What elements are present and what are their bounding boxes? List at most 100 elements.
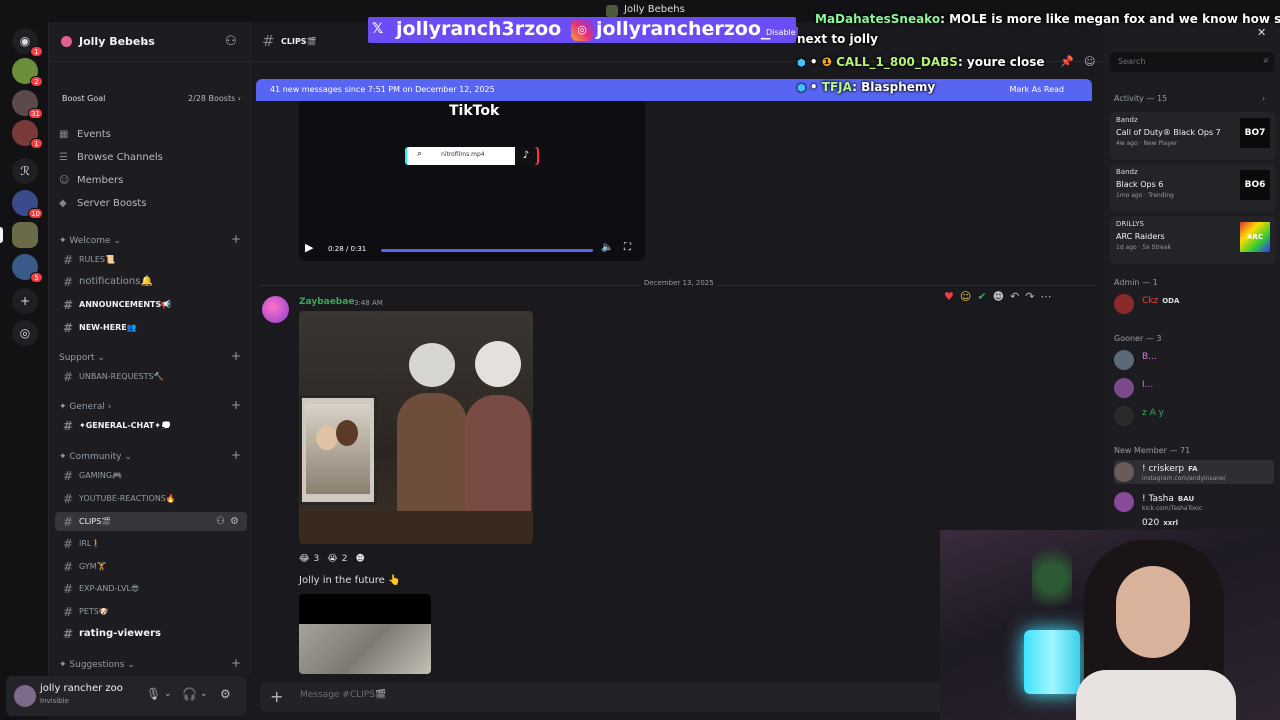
channel-unban-requests[interactable]: # UNBAN-REQUESTS🔨 bbox=[55, 367, 247, 386]
add-reaction-icon[interactable]: ☻ bbox=[993, 290, 1004, 303]
webcam-overlay bbox=[940, 530, 1280, 720]
hash-icon: # bbox=[63, 418, 74, 433]
avatar bbox=[1114, 378, 1134, 398]
discord-home-button[interactable]: ◉ 1 bbox=[12, 28, 43, 57]
microphone-icon[interactable]: 🎙 bbox=[146, 687, 161, 701]
add-channel-icon[interactable]: + bbox=[231, 349, 241, 363]
x-logo-icon: 𝕏 bbox=[372, 21, 384, 37]
channel-announcements[interactable]: # ANNOUNCEMENTS📢 bbox=[55, 295, 247, 314]
attach-plus-icon[interactable]: + bbox=[270, 687, 283, 706]
channel-youtube-reactions[interactable]: # YOUTUBE-REACTIONS🔥 bbox=[55, 489, 247, 508]
server-icon[interactable]: 31 bbox=[12, 90, 43, 119]
calendar-icon: ▦ bbox=[59, 128, 69, 140]
channel-irl[interactable]: # IRL🚶 bbox=[55, 534, 247, 553]
close-icon[interactable]: ✕ bbox=[1257, 26, 1266, 39]
server-icon[interactable]: ℛ bbox=[12, 158, 38, 184]
forward-icon[interactable]: ↷ bbox=[1025, 290, 1034, 303]
member-item[interactable]: Ckz ODA bbox=[1114, 292, 1274, 316]
attachment-thumbnail[interactable] bbox=[299, 594, 431, 674]
disable-button[interactable]: Disable bbox=[764, 27, 798, 38]
category-welcome[interactable]: ✦ Welcome ⌄ bbox=[59, 236, 121, 246]
activity-card[interactable]: Bandz Call of Duty® Black Ops 7 4w ago ·… bbox=[1110, 112, 1276, 160]
channel-rating-viewers[interactable]: # rating-viewers bbox=[55, 624, 247, 643]
channel-general-chat[interactable]: # ✦GENERAL-CHAT✦💭 bbox=[55, 416, 247, 435]
gear-icon[interactable]: ⚙ bbox=[220, 687, 231, 701]
hash-icon: # bbox=[63, 536, 74, 551]
avatar bbox=[1114, 462, 1134, 482]
category-general[interactable]: ✦ General › bbox=[59, 402, 111, 412]
activity-card[interactable]: Bandz Black Ops 6 1mo ago · Trending BO6 bbox=[1110, 164, 1276, 212]
member-item[interactable]: 020 xxrl bbox=[1114, 518, 1274, 528]
reaction-laughing[interactable]: 😂 3 bbox=[299, 554, 319, 564]
chevron-down-icon[interactable]: ⌄ bbox=[200, 689, 208, 699]
channel-gaming[interactable]: # GAMING🎮 bbox=[55, 466, 247, 485]
guild-icon bbox=[61, 36, 72, 47]
channel-clips[interactable]: # CLIPS🎬 ⚇ ⚙ bbox=[55, 512, 247, 531]
headphones-icon[interactable]: 🎧 bbox=[182, 687, 197, 701]
chat-line: ⬢ • ❶ CALL_1_800_DABS: youre close bbox=[797, 55, 1045, 69]
reply-icon[interactable]: ↶ bbox=[1010, 290, 1019, 303]
members-icon: ☺ bbox=[59, 174, 70, 186]
invite-icon[interactable]: ⚇ bbox=[216, 516, 225, 527]
reaction-crying[interactable]: 😭 2 bbox=[327, 554, 347, 564]
fullscreen-icon[interactable]: ⛶ bbox=[624, 242, 631, 253]
category-suggestions[interactable]: ✦ Suggestions ⌄ bbox=[59, 660, 135, 670]
video-progress[interactable] bbox=[381, 249, 593, 252]
hash-icon: # bbox=[63, 514, 74, 529]
member-item[interactable]: I... bbox=[1114, 376, 1274, 400]
message-image[interactable] bbox=[299, 311, 533, 544]
video-time: 0:28 / 0:31 bbox=[328, 245, 367, 253]
boost-goal[interactable]: Boost Goal 2/28 Boosts › bbox=[55, 90, 247, 108]
channel-rules[interactable]: # RULES📜 bbox=[55, 250, 247, 269]
channel-pets[interactable]: # PETS🐶 bbox=[55, 602, 247, 621]
avatar[interactable] bbox=[14, 685, 36, 707]
message-input[interactable]: Message #CLIPS🎬 bbox=[300, 690, 386, 700]
add-channel-icon[interactable]: + bbox=[231, 398, 241, 412]
category-support[interactable]: Support ⌄ bbox=[59, 353, 105, 363]
avatar[interactable] bbox=[262, 296, 289, 323]
add-channel-icon[interactable]: + bbox=[231, 656, 241, 670]
add-channel-icon[interactable]: + bbox=[231, 448, 241, 462]
server-rail: ◉ 1 2 31 1 ℛ 10 5 + ◎ bbox=[0, 22, 48, 720]
channel-gym[interactable]: # GYM🏋 bbox=[55, 557, 247, 576]
server-icon[interactable]: 10 bbox=[12, 190, 43, 219]
nav-members[interactable]: ☺ Members bbox=[59, 171, 123, 189]
reactions: 😂 3 😭 2 ☻ bbox=[299, 550, 365, 568]
emoji-reaction-button[interactable]: ☺ bbox=[960, 290, 971, 303]
chevron-down-icon[interactable]: ⌄ bbox=[164, 689, 172, 699]
add-server-button[interactable]: + bbox=[12, 288, 38, 314]
nav-events[interactable]: ▦ Events bbox=[59, 125, 111, 143]
activity-card[interactable]: DRILLYS ARC Raiders 1d ago · 5x Streak A… bbox=[1110, 216, 1276, 264]
server-icon-jolly-bebehs[interactable] bbox=[12, 222, 38, 248]
channel-notifications[interactable]: # notifications🔔 bbox=[55, 272, 247, 291]
server-icon[interactable]: 2 bbox=[12, 58, 43, 87]
gear-icon[interactable]: ⚙ bbox=[230, 516, 239, 527]
server-icon[interactable]: 1 bbox=[12, 120, 43, 149]
hash-icon: # bbox=[63, 559, 74, 574]
discover-icon[interactable]: ◎ bbox=[12, 320, 38, 346]
guild-header[interactable]: Jolly Bebehs ⌄ ⚇ bbox=[49, 22, 253, 62]
nav-server-boosts[interactable]: ◆ Server Boosts bbox=[59, 194, 146, 212]
add-channel-icon[interactable]: + bbox=[231, 232, 241, 246]
more-options-icon[interactable]: ⋯ bbox=[1040, 290, 1051, 303]
nav-browse-channels[interactable]: ☰ Browse Channels bbox=[59, 148, 163, 166]
heart-reaction-button[interactable]: ♥ bbox=[944, 290, 954, 303]
avatar bbox=[1114, 406, 1134, 426]
add-reaction-icon[interactable]: ☻ bbox=[356, 554, 365, 564]
video-player[interactable]: TikTok ⌕ nitrofilms.mp4 ♪ ▶ 0:28 / 0:31 … bbox=[299, 101, 645, 261]
member-item[interactable]: B... bbox=[1114, 348, 1274, 372]
server-icon[interactable]: 5 bbox=[12, 254, 43, 283]
channel-exp-and-lvl[interactable]: # EXP-AND-LVL😎 bbox=[55, 579, 247, 598]
member-item[interactable]: ! criskerp FA instagram.com/andyinsane/ bbox=[1114, 460, 1274, 484]
volume-icon[interactable]: 🔈 bbox=[601, 242, 613, 253]
check-reaction-button[interactable]: ✔ bbox=[977, 290, 986, 303]
category-community[interactable]: ✦ Community ⌄ bbox=[59, 452, 132, 462]
channel-new-here[interactable]: # NEW-HERE👥 bbox=[55, 318, 247, 337]
member-item[interactable]: ! Tasha BAU kick.com/TashaToxic bbox=[1114, 490, 1274, 514]
play-icon[interactable]: ▶ bbox=[305, 241, 313, 254]
boost-goal-progress: 2/28 Boosts › bbox=[187, 94, 241, 103]
message-author[interactable]: Zaybaebae bbox=[299, 297, 354, 307]
video-title: TikTok bbox=[449, 103, 500, 119]
member-item[interactable]: z A y bbox=[1114, 404, 1274, 428]
add-member-icon[interactable]: ⚇ bbox=[225, 34, 237, 49]
